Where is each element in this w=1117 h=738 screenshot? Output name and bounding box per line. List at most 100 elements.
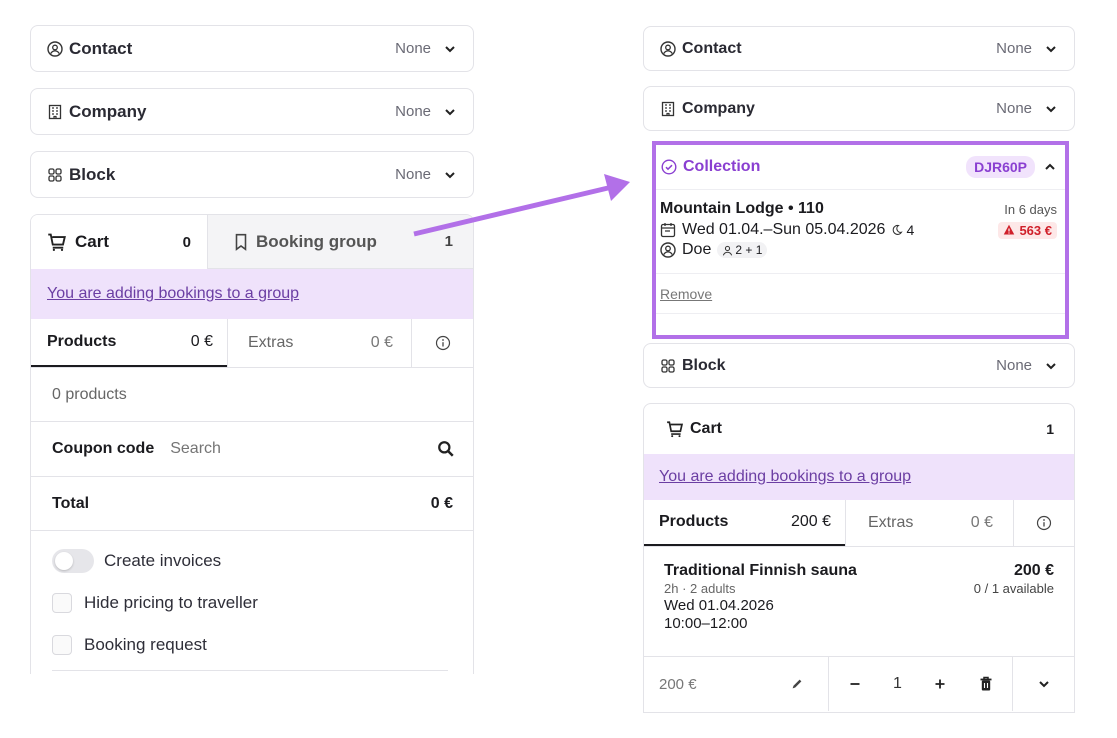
create-invoices-toggle[interactable]	[52, 549, 94, 573]
cart-tab-label: Cart	[75, 232, 110, 251]
company-value: None	[996, 100, 1032, 117]
cart-label: Cart	[690, 420, 723, 437]
group-notice-link[interactable]: You are adding bookings to a group	[47, 285, 299, 303]
chevron-down-icon[interactable]	[443, 105, 457, 119]
block-value: None	[395, 166, 431, 183]
contact-value: None	[395, 40, 431, 57]
bookmark-icon	[235, 233, 247, 251]
collection-header[interactable]: Collection DJR60P	[656, 145, 1065, 190]
remove-link[interactable]: Remove	[660, 286, 712, 302]
collection-label: Collection	[683, 158, 761, 175]
product-time: 10:00–12:00	[664, 615, 748, 632]
extras-tab[interactable]: Extras 0 €	[227, 319, 411, 367]
chevron-up-icon[interactable]	[1043, 160, 1057, 174]
products-tab-label: Products	[659, 513, 729, 530]
pencil-icon[interactable]	[790, 677, 804, 691]
collection-code-badge: DJR60P	[966, 156, 1035, 178]
block-label: Block	[69, 164, 116, 184]
block-icon	[48, 167, 62, 182]
block-panel[interactable]: Block None	[30, 151, 474, 198]
group-notice: You are adding bookings to a group	[31, 269, 473, 319]
chevron-down-icon[interactable]	[1044, 42, 1058, 56]
building-icon	[48, 104, 62, 119]
warning-icon	[1004, 224, 1015, 235]
collection-nights: 4	[906, 222, 915, 238]
total-value: 0 €	[430, 494, 453, 512]
quantity-value[interactable]: 1	[893, 675, 902, 693]
building-icon	[661, 101, 675, 116]
chevron-down-icon[interactable]	[1037, 677, 1051, 691]
hide-pricing-checkbox[interactable]	[52, 593, 72, 613]
right-contact-panel[interactable]: Contact None	[643, 26, 1075, 71]
booking-request-checkbox[interactable]	[52, 635, 72, 655]
collection-amount: 563 €	[1019, 222, 1052, 238]
company-panel[interactable]: Company None	[30, 88, 474, 135]
chevron-down-icon[interactable]	[1044, 359, 1058, 373]
extras-tab-label: Extras	[248, 334, 294, 351]
booking-group-tab[interactable]: Booking group 1	[207, 215, 473, 269]
booking-request-label: Booking request	[84, 635, 207, 654]
products-count-row: 0 products	[31, 368, 473, 422]
contact-icon	[47, 40, 63, 57]
product-meta: 2h · 2 adults	[664, 581, 736, 596]
extras-tab[interactable]: Extras 0 €	[845, 500, 1013, 546]
chevron-down-icon[interactable]	[443, 42, 457, 56]
extras-tab-label: Extras	[868, 514, 914, 531]
product-price: 200 €	[1013, 562, 1054, 579]
total-row: Total 0 €	[31, 477, 473, 531]
contact-panel[interactable]: Contact None	[30, 25, 474, 72]
trash-icon[interactable]	[978, 676, 994, 692]
products-tab-label: Products	[47, 333, 117, 350]
contact-label: Contact	[682, 39, 742, 57]
moon-icon	[893, 224, 904, 235]
search-icon[interactable]	[437, 440, 455, 458]
collection-guest: Doe	[682, 241, 712, 258]
products-tab-amount: 0 €	[190, 333, 213, 350]
right-cart-card: Cart 1 You are adding bookings to a grou…	[643, 403, 1075, 713]
cart-count: 1	[1046, 421, 1054, 437]
collection-room: Mountain Lodge • 110	[660, 200, 824, 217]
booking-group-tab-count: 1	[444, 233, 453, 250]
cart-header[interactable]: Cart 1	[644, 404, 1074, 454]
divider	[52, 670, 448, 671]
product-line-controls: 200 € 1	[644, 657, 1074, 711]
person-icon	[723, 245, 733, 256]
contact-value: None	[996, 40, 1032, 57]
block-label: Block	[682, 356, 726, 374]
product-date: Wed 01.04.2026	[664, 597, 774, 614]
products-tab[interactable]: Products 0 €	[31, 319, 227, 367]
info-icon	[1036, 515, 1052, 531]
info-tab[interactable]	[411, 319, 473, 367]
coupon-input[interactable]	[168, 439, 437, 459]
collection-due: In 6 days	[1004, 201, 1057, 217]
plus-icon[interactable]	[934, 678, 946, 690]
total-label: Total	[52, 494, 90, 512]
company-value: None	[395, 103, 431, 120]
right-block-panel[interactable]: Block None	[643, 343, 1075, 388]
info-tab[interactable]	[1013, 500, 1074, 546]
right-company-panel[interactable]: Company None	[643, 86, 1075, 131]
products-tab-amount: 200 €	[790, 513, 831, 530]
group-notice-link[interactable]: You are adding bookings to a group	[659, 468, 911, 486]
cart-tab[interactable]: Cart 0	[31, 215, 207, 269]
guests-count: 2 + 1	[735, 243, 763, 257]
coupon-row: Coupon code	[31, 422, 473, 477]
collection-dates: Wed 01.04.–Sun 05.04.2026	[682, 221, 886, 238]
info-icon	[435, 335, 450, 351]
collection-amount-badge: 563 €	[998, 221, 1057, 239]
product-availability: 0 / 1 available	[973, 581, 1054, 596]
chevron-down-icon[interactable]	[443, 168, 457, 182]
company-label: Company	[682, 99, 755, 117]
cart-icon	[48, 233, 66, 251]
guests-badge: 2 + 1	[717, 242, 768, 258]
contact-icon	[660, 40, 676, 57]
line-price: 200 €	[659, 675, 697, 693]
booking-group-tab-label: Booking group	[256, 231, 377, 251]
products-tab[interactable]: Products 200 €	[644, 500, 845, 546]
chevron-down-icon[interactable]	[1044, 102, 1058, 116]
block-icon	[661, 358, 675, 373]
cart-icon	[667, 421, 684, 438]
block-value: None	[996, 357, 1032, 374]
contact-icon	[660, 242, 676, 258]
minus-icon[interactable]	[849, 678, 861, 690]
